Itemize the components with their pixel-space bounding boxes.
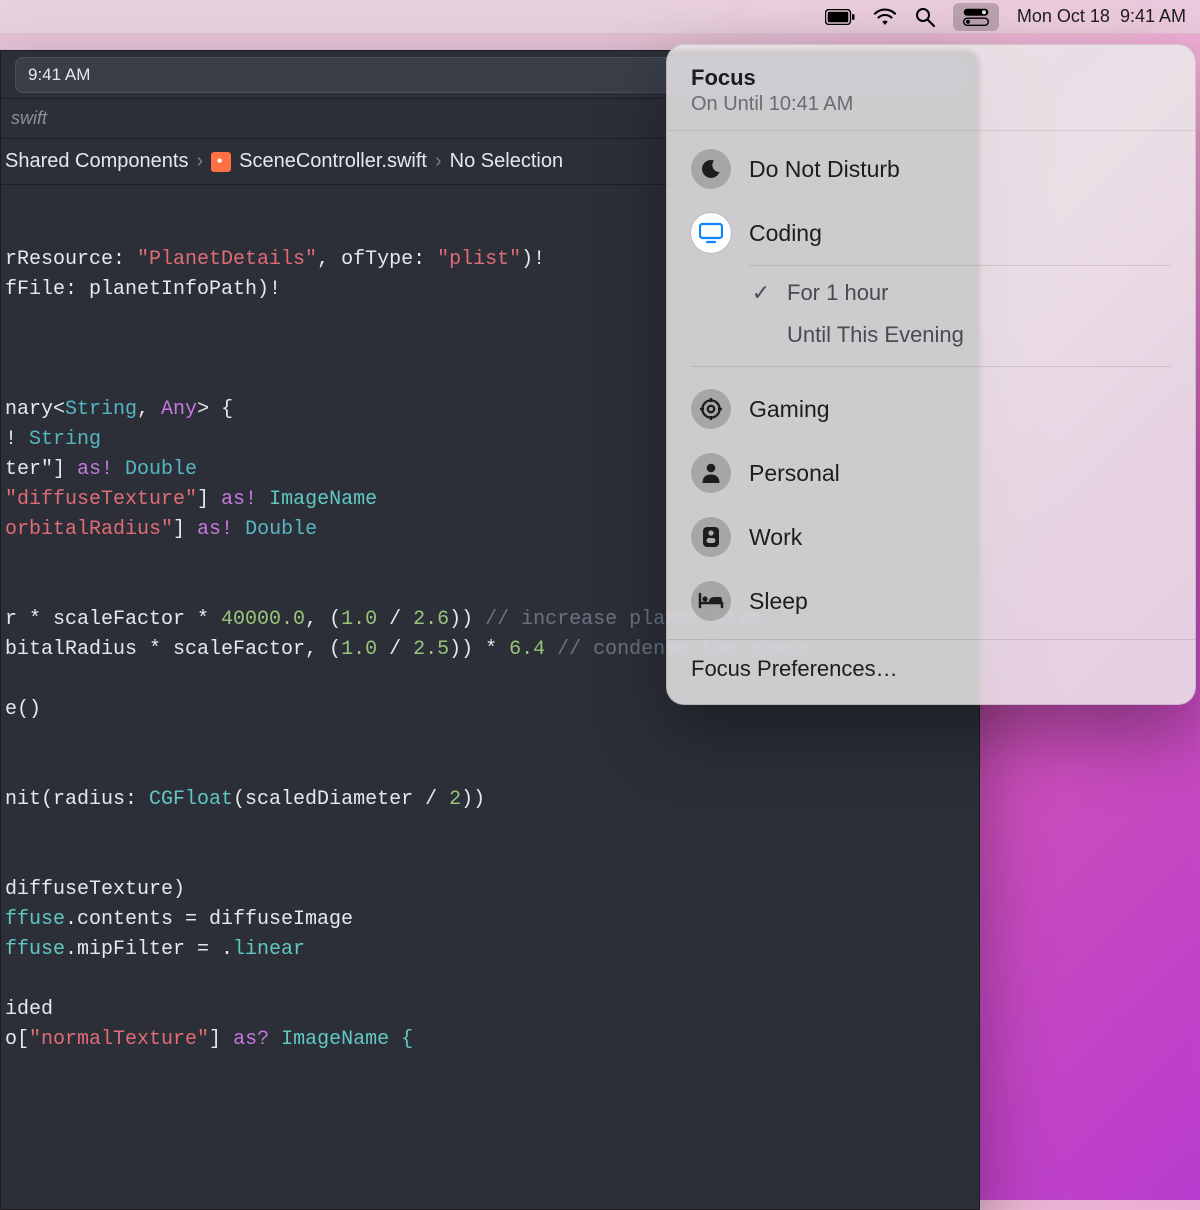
- focus-mode-label: Sleep: [749, 588, 808, 615]
- chevron-right-icon: ›: [435, 150, 442, 173]
- swift-file-icon: [211, 152, 231, 172]
- focus-subtitle: On Until 10:41 AM: [691, 93, 1171, 116]
- focus-mode-personal[interactable]: Personal: [691, 441, 1171, 505]
- display-icon: [691, 213, 731, 253]
- focus-option-label: For 1 hour: [787, 280, 889, 306]
- focus-mode-sleep[interactable]: Sleep: [691, 569, 1171, 633]
- gear-icon: [691, 389, 731, 429]
- focus-option-label: Until This Evening: [787, 322, 964, 348]
- focus-mode-coding[interactable]: Coding: [691, 201, 1171, 265]
- focus-coding-options: ✓ For 1 hour Until This Evening: [749, 265, 1171, 356]
- checkmark-icon: ✓: [749, 280, 773, 306]
- focus-mode-dnd[interactable]: Do Not Disturb: [691, 137, 1171, 201]
- focus-title: Focus: [691, 65, 1171, 91]
- battery-icon[interactable]: [825, 0, 855, 33]
- control-center-icon[interactable]: [953, 3, 999, 31]
- breadcrumb-selection[interactable]: No Selection: [450, 150, 563, 173]
- separator: [691, 366, 1171, 367]
- breadcrumb-file[interactable]: SceneController.swift: [239, 150, 427, 173]
- focus-mode-label: Coding: [749, 220, 822, 247]
- focus-option-until-evening[interactable]: Until This Evening: [749, 314, 1171, 356]
- badge-icon: [691, 517, 731, 557]
- menubar: Mon Oct 18 9:41 AM: [0, 0, 1200, 34]
- wifi-icon[interactable]: [873, 0, 897, 33]
- focus-mode-label: Do Not Disturb: [749, 156, 900, 183]
- chevron-right-icon: ›: [196, 150, 203, 173]
- bed-icon: [691, 581, 731, 621]
- focus-mode-gaming[interactable]: Gaming: [691, 377, 1171, 441]
- focus-preferences[interactable]: Focus Preferences…: [667, 639, 1195, 700]
- breadcrumb-folder[interactable]: Shared Components: [5, 150, 188, 173]
- focus-mode-label: Work: [749, 524, 802, 551]
- person-icon: [691, 453, 731, 493]
- focus-option-for-1-hour[interactable]: ✓ For 1 hour: [749, 272, 1171, 314]
- focus-panel: Focus On Until 10:41 AM Do Not Disturb C…: [666, 44, 1196, 705]
- spotlight-search-icon[interactable]: [915, 0, 935, 33]
- focus-mode-work[interactable]: Work: [691, 505, 1171, 569]
- menubar-time[interactable]: 9:41 AM: [1120, 6, 1186, 27]
- focus-mode-label: Personal: [749, 460, 840, 487]
- focus-mode-label: Gaming: [749, 396, 830, 423]
- tab-swift[interactable]: swift: [11, 108, 47, 129]
- moon-icon: [691, 149, 731, 189]
- menubar-date[interactable]: Mon Oct 18: [1017, 6, 1110, 27]
